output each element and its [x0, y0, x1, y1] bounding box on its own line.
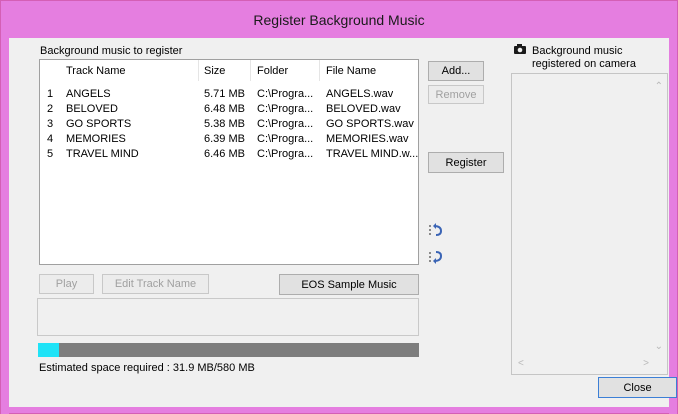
row-track-name: MEMORIES	[66, 133, 126, 145]
scroll-down-icon[interactable]: ⌄	[655, 342, 663, 352]
row-number: 2	[47, 103, 54, 115]
row-number: 3	[47, 118, 54, 130]
row-size: 5.38 MB	[204, 118, 245, 130]
column-folder[interactable]: Folder	[257, 65, 288, 77]
row-track-name: TRAVEL MIND	[66, 148, 139, 160]
space-progress-fill	[38, 343, 59, 357]
move-down-icon[interactable]	[427, 249, 445, 265]
play-button-label: Play	[55, 278, 78, 290]
row-track-name: BELOVED	[66, 103, 118, 115]
camera-icon	[514, 44, 526, 54]
row-size: 6.46 MB	[204, 148, 245, 160]
edit-track-name-label: Edit Track Name	[114, 278, 197, 290]
remove-button-label: Remove	[435, 88, 477, 101]
scroll-up-icon[interactable]: ⌃	[655, 82, 663, 92]
play-button[interactable]: Play	[39, 274, 94, 294]
row-file-name: BELOVED.wav	[326, 103, 401, 115]
column-track-name[interactable]: Track Name	[66, 65, 126, 77]
close-button[interactable]: Close	[598, 377, 677, 398]
row-folder: C:\Progra...	[257, 103, 314, 115]
camera-music-label-line1: Background music	[532, 45, 623, 57]
table-row[interactable]: 3 GO SPORTS 5.38 MB C:\Progra... GO SPORTS.w…	[40, 118, 418, 133]
edit-track-name-button[interactable]: Edit Track Name	[102, 274, 209, 294]
move-up-icon[interactable]	[427, 222, 445, 238]
table-row[interactable]: 2 BELOVED 6.48 MB C:\Progra... BELOVED.wav	[40, 103, 418, 118]
row-number: 4	[47, 133, 54, 145]
window-titlebar[interactable]: Register Background Music	[1, 1, 677, 38]
row-size: 6.39 MB	[204, 133, 245, 145]
row-track-name: ANGELS	[66, 88, 111, 100]
music-to-register-label: Background music to register	[40, 45, 183, 57]
register-button[interactable]: Register	[428, 152, 504, 173]
status-message-box	[37, 298, 419, 336]
row-file-name: MEMORIES.wav	[326, 133, 409, 145]
row-file-name: ANGELS.wav	[326, 88, 394, 100]
remove-button[interactable]: Remove	[428, 85, 484, 104]
register-button-label: Register	[445, 156, 487, 169]
estimated-space-text: Estimated space required : 31.9 MB/580 M…	[39, 362, 255, 374]
row-folder: C:\Progra...	[257, 133, 314, 145]
scroll-left-icon[interactable]: <	[518, 359, 524, 369]
table-row[interactable]: 5 TRAVEL MIND 6.46 MB C:\Progra... TRAVEL MI…	[40, 148, 418, 163]
register-music-window: Register Background Music Background mus…	[0, 0, 678, 414]
space-progress-bar	[38, 343, 419, 357]
add-button[interactable]: Add...	[428, 61, 484, 81]
row-file-name: GO SPORTS.wav	[326, 118, 414, 130]
row-number: 5	[47, 148, 54, 160]
window-frame-bottom	[1, 407, 677, 413]
add-button-label: Add...	[441, 65, 471, 77]
window-frame-right	[669, 38, 677, 414]
camera-music-label-line2: registered on camera	[532, 58, 636, 70]
column-divider	[319, 60, 320, 81]
table-row[interactable]: 1 ANGELS 5.71 MB C:\Progra... ANGELS.wav	[40, 88, 418, 103]
window-frame-left	[1, 38, 9, 414]
track-list-header: Track Name Size Folder File Name	[40, 60, 418, 81]
row-number: 1	[47, 88, 54, 100]
track-list[interactable]: Track Name Size Folder File Name 1 ANGELS…	[39, 59, 419, 265]
eos-sample-music-button[interactable]: EOS Sample Music	[279, 274, 419, 295]
row-file-name: TRAVEL MIND.w...	[326, 148, 419, 160]
scroll-right-icon[interactable]: >	[643, 359, 649, 369]
row-folder: C:\Progra...	[257, 118, 314, 130]
close-button-label: Close	[623, 381, 652, 394]
table-row[interactable]: 4 MEMORIES 6.39 MB C:\Progra... MEMORIES.wav	[40, 133, 418, 148]
column-divider	[250, 60, 251, 81]
row-folder: C:\Progra...	[257, 148, 314, 160]
window-title: Register Background Music	[253, 11, 425, 28]
row-folder: C:\Progra...	[257, 88, 314, 100]
row-size: 6.48 MB	[204, 103, 245, 115]
camera-music-list[interactable]: ⌃ ⌄ < >	[511, 73, 668, 375]
row-track-name: GO SPORTS	[66, 118, 132, 130]
column-size[interactable]: Size	[204, 65, 225, 77]
column-divider	[198, 60, 199, 81]
eos-sample-music-label: EOS Sample Music	[301, 278, 397, 291]
row-size: 5.71 MB	[204, 88, 245, 100]
column-file-name[interactable]: File Name	[326, 65, 376, 77]
